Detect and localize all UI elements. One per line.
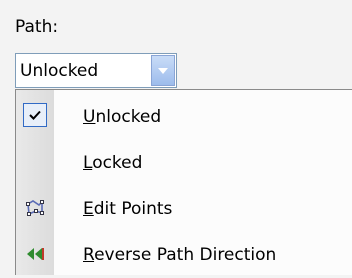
path-dropdown-menu: Unlocked Locked Edit Points Reverse Path…: [15, 89, 352, 275]
menu-item-unlocked[interactable]: Unlocked: [16, 94, 352, 140]
menu-item-label: Reverse Path Direction: [83, 245, 277, 265]
chevron-down-icon: [158, 67, 168, 74]
menu-item-label: Unlocked: [83, 107, 162, 127]
menu-item-label: Locked: [83, 153, 143, 173]
menu-item-edit-points[interactable]: Edit Points: [16, 186, 352, 232]
path-combo-value: Unlocked: [20, 61, 99, 81]
path-label: Path:: [15, 17, 59, 37]
dropdown-button[interactable]: [151, 55, 175, 86]
menu-item-reverse-path-direction[interactable]: Reverse Path Direction: [16, 232, 352, 278]
path-combo-box[interactable]: Unlocked: [15, 53, 177, 88]
menu-item-locked[interactable]: Locked: [16, 140, 352, 186]
edit-points-icon: [26, 200, 44, 216]
menu-item-label: Edit Points: [83, 199, 173, 219]
reverse-path-icon: [27, 248, 44, 260]
checkmark-icon: [23, 103, 47, 127]
